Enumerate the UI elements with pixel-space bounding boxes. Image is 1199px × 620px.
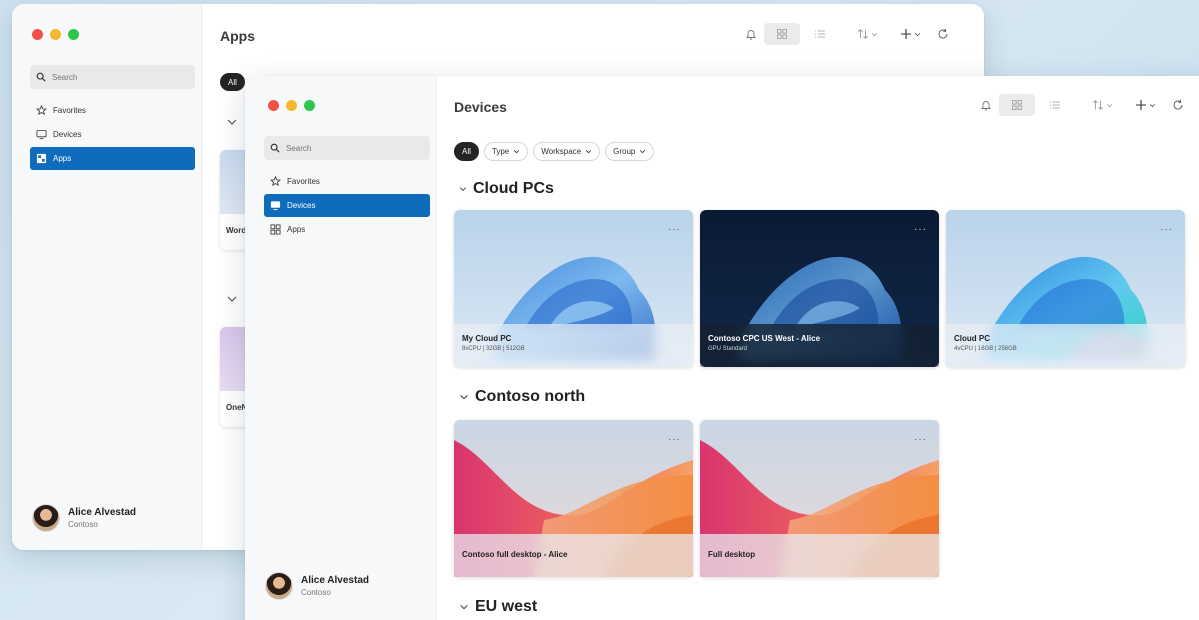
chevron-down-icon xyxy=(514,150,520,154)
filter-bar: All Type Workspace Group xyxy=(454,142,655,161)
devices-window: Favorites Devices Apps Alice Alvestad Co… xyxy=(245,76,1199,620)
filter-label: Group xyxy=(613,147,636,156)
sidebar-nav: Favorites Devices Apps xyxy=(264,170,430,242)
star-icon xyxy=(36,105,47,116)
devices-main: All Type Workspace Group Cloud PCs My Cl… xyxy=(437,76,1199,620)
sidebar-item-label: Favorites xyxy=(287,177,320,186)
filter-workspace[interactable]: Workspace xyxy=(533,142,601,161)
apps-sidebar: Favorites Devices Apps Alice Alvestad Co… xyxy=(12,4,202,550)
user-profile[interactable]: Alice Alvestad Contoso xyxy=(265,572,369,600)
device-spec: 8vCPU | 32GB | 512GB xyxy=(462,346,525,352)
filter-type[interactable]: Type xyxy=(483,142,529,161)
search-input[interactable] xyxy=(52,72,195,82)
avatar xyxy=(265,572,293,600)
user-org: Contoso xyxy=(301,588,331,597)
close-window-button[interactable] xyxy=(32,29,43,40)
search-box[interactable] xyxy=(30,65,195,89)
device-card[interactable]: Cloud PC 4vCPU | 16GB | 256GB ··· xyxy=(946,210,1185,367)
apps-icon xyxy=(270,224,281,235)
sidebar-item-devices[interactable]: Devices xyxy=(30,123,195,146)
section-header-eu-west[interactable]: EU west xyxy=(459,598,537,616)
chevron-down-icon xyxy=(585,150,592,154)
sidebar-item-favorites[interactable]: Favorites xyxy=(30,99,195,122)
search-icon xyxy=(270,143,280,153)
device-name: Full desktop xyxy=(708,550,756,559)
user-name: Alice Alvestad xyxy=(68,507,136,518)
apps-icon xyxy=(36,153,47,164)
device-name: Contoso full desktop - Alice xyxy=(462,550,568,559)
filter-all[interactable]: All xyxy=(220,73,245,91)
close-window-button[interactable] xyxy=(268,100,279,111)
avatar xyxy=(32,504,60,532)
section-title: Contoso north xyxy=(475,388,586,405)
device-card[interactable]: Contoso full desktop - Alice ··· xyxy=(454,420,693,577)
maximize-window-button[interactable] xyxy=(304,100,315,111)
filter-all[interactable]: All xyxy=(454,142,479,161)
sidebar-item-label: Devices xyxy=(53,130,82,139)
device-card-info: Contoso CPC US West - Alice GPU Standard xyxy=(700,324,939,367)
filter-group[interactable]: Group xyxy=(605,142,655,161)
device-card-info: Full desktop xyxy=(700,534,939,577)
search-input[interactable] xyxy=(286,143,430,153)
sidebar-item-label: Favorites xyxy=(53,106,86,115)
section-header-contoso-north[interactable]: Contoso north xyxy=(459,388,585,406)
minimize-window-button[interactable] xyxy=(50,29,61,40)
device-spec: 4vCPU | 16GB | 256GB xyxy=(954,346,1017,352)
chevron-down-icon[interactable] xyxy=(226,293,238,305)
chevron-down-icon[interactable] xyxy=(226,116,238,128)
sidebar-item-apps[interactable]: Apps xyxy=(264,218,430,241)
chevron-down-icon xyxy=(460,604,468,610)
search-icon xyxy=(36,72,46,82)
section-title: EU west xyxy=(475,598,538,615)
sidebar-item-label: Apps xyxy=(287,225,306,234)
device-card-info: My Cloud PC 8vCPU | 32GB | 512GB xyxy=(454,324,693,367)
sidebar-item-devices[interactable]: Devices xyxy=(264,194,430,217)
maximize-window-button[interactable] xyxy=(68,29,79,40)
search-box[interactable] xyxy=(264,136,430,160)
chevron-down-icon xyxy=(460,187,466,191)
section-title: Cloud PCs xyxy=(473,180,554,197)
chevron-down-icon xyxy=(640,150,646,154)
window-controls xyxy=(268,100,315,111)
user-org: Contoso xyxy=(68,520,98,529)
more-options-button[interactable]: ··· xyxy=(914,434,927,445)
monitor-icon xyxy=(36,129,47,140)
monitor-icon xyxy=(270,201,281,211)
user-profile[interactable]: Alice Alvestad Contoso xyxy=(32,504,136,532)
device-card-info: Cloud PC 4vCPU | 16GB | 256GB xyxy=(946,324,1185,367)
device-name: My Cloud PC xyxy=(462,334,512,343)
filter-label: Workspace xyxy=(541,147,582,156)
device-spec: GPU Standard xyxy=(708,346,748,352)
filter-label: All xyxy=(462,147,471,156)
device-card[interactable]: My Cloud PC 8vCPU | 32GB | 512GB ··· xyxy=(454,210,693,367)
sidebar-nav: Favorites Devices Apps xyxy=(30,99,195,171)
sidebar-item-favorites[interactable]: Favorites xyxy=(264,170,430,193)
more-options-button[interactable]: ··· xyxy=(1160,224,1173,235)
device-name: Contoso CPC US West - Alice xyxy=(708,334,821,343)
filter-label: Type xyxy=(491,147,510,156)
user-name: Alice Alvestad xyxy=(301,575,369,586)
sidebar-item-apps[interactable]: Apps xyxy=(30,147,195,170)
minimize-window-button[interactable] xyxy=(286,100,297,111)
more-options-button[interactable]: ··· xyxy=(668,224,681,235)
more-options-button[interactable]: ··· xyxy=(668,434,681,445)
sidebar-item-label: Devices xyxy=(287,201,316,210)
sidebar-item-label: Apps xyxy=(53,154,72,163)
window-controls xyxy=(32,29,79,40)
device-name: Cloud PC xyxy=(954,334,990,343)
chevron-down-icon xyxy=(460,394,468,400)
section-header-cloud-pcs[interactable]: Cloud PCs xyxy=(459,180,554,198)
device-card[interactable]: Full desktop ··· xyxy=(700,420,939,577)
device-card[interactable]: Contoso CPC US West - Alice GPU Standard… xyxy=(700,210,939,367)
device-card-info: Contoso full desktop - Alice xyxy=(454,534,693,577)
devices-sidebar: Favorites Devices Apps Alice Alvestad Co… xyxy=(245,76,437,620)
star-icon xyxy=(270,176,281,187)
more-options-button[interactable]: ··· xyxy=(914,224,927,235)
